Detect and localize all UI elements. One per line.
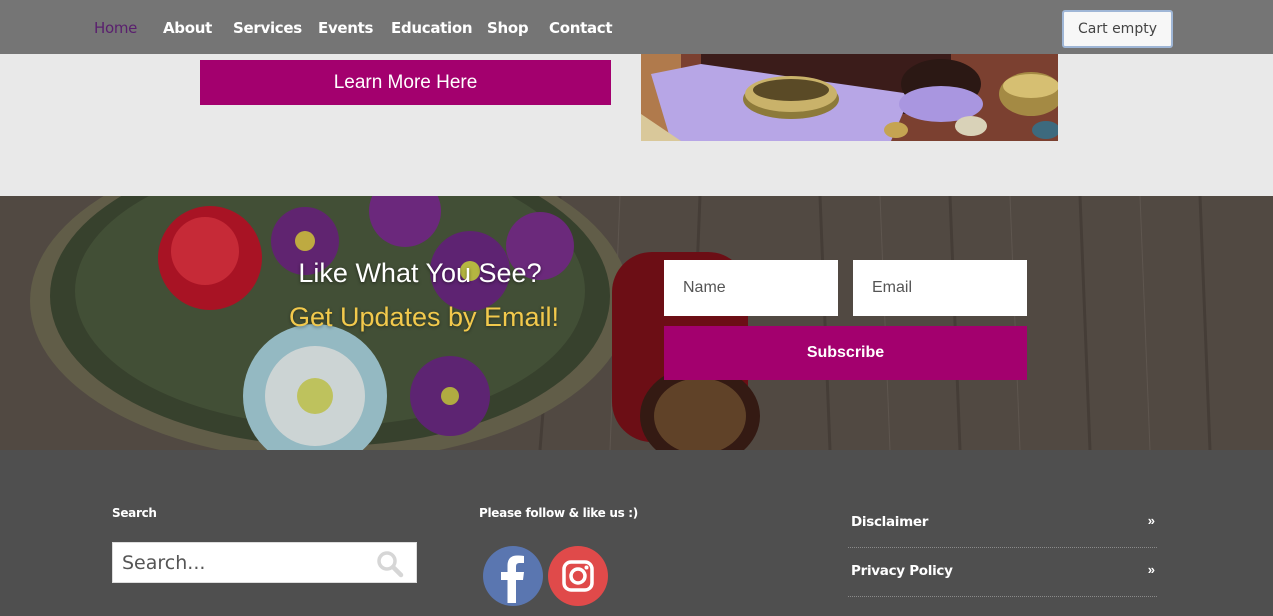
chevron-right-icon: » xyxy=(1147,513,1155,528)
learn-more-button[interactable]: Learn More Here xyxy=(200,60,611,105)
subscribe-button[interactable]: Subscribe xyxy=(664,326,1027,380)
privacy-policy-link-label: Privacy Policy xyxy=(851,563,953,579)
chevron-right-icon: » xyxy=(1147,562,1155,577)
disclaimer-link[interactable]: Disclaimer » xyxy=(848,499,1157,548)
instagram-icon[interactable] xyxy=(547,545,609,607)
flower-bowl-background xyxy=(0,196,1273,450)
facebook-icon[interactable] xyxy=(482,545,544,607)
search-icon[interactable] xyxy=(376,550,404,578)
social-heading: Please follow & like us :) xyxy=(479,506,638,520)
nav-item-events[interactable]: Events xyxy=(318,19,373,37)
nav-item-about[interactable]: About xyxy=(163,19,212,37)
search-box xyxy=(112,542,417,583)
search-heading: Search xyxy=(112,506,157,520)
nav-item-contact[interactable]: Contact xyxy=(549,19,613,37)
name-field[interactable] xyxy=(664,260,838,316)
subscribe-subtitle: Get Updates by Email! xyxy=(288,302,560,332)
subscribe-section: Like What You See? Get Updates by Email!… xyxy=(0,196,1273,450)
nav-item-shop[interactable]: Shop xyxy=(487,19,529,37)
singing-bowl-photo xyxy=(641,54,1058,141)
nav-item-home[interactable]: Home xyxy=(94,19,137,37)
cart-button[interactable]: Cart empty xyxy=(1062,10,1173,48)
footer: Search Please follow & like us :) Discla… xyxy=(0,450,1273,616)
subscribe-title: Like What You See? xyxy=(298,258,542,288)
nav-item-services[interactable]: Services xyxy=(233,19,302,37)
top-navigation: Home About Services Events Education Sho… xyxy=(0,0,1273,54)
disclaimer-link-label: Disclaimer xyxy=(851,514,929,530)
nav-item-education[interactable]: Education xyxy=(391,19,473,37)
email-field[interactable] xyxy=(853,260,1027,316)
privacy-policy-link[interactable]: Privacy Policy » xyxy=(848,548,1157,597)
search-input[interactable] xyxy=(113,543,373,582)
